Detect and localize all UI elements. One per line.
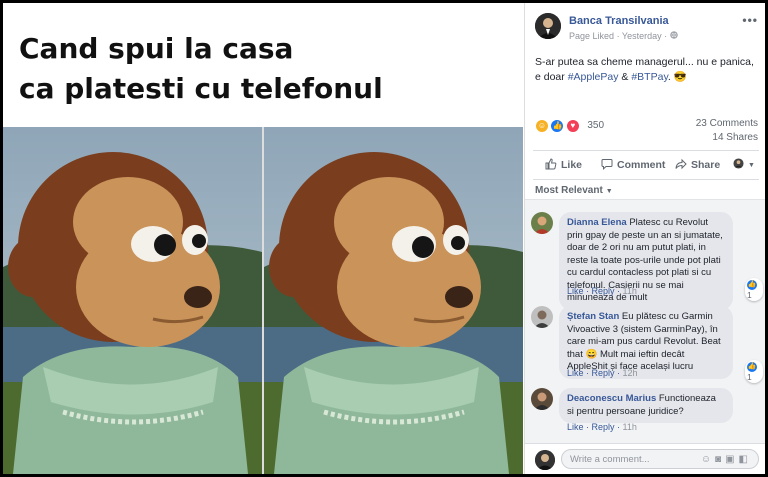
hashtag-applepay[interactable]: #ApplePay [568,71,619,83]
comment-time[interactable]: 11h [623,286,637,296]
comment-author[interactable]: Dianna Elena [567,217,627,228]
comment-button-label: Comment [617,159,666,171]
post-header: Banca Transilvania Page Liked · Yesterda… [535,13,760,47]
sticker-icon[interactable]: ◧ [739,454,752,465]
comment-like-count: 1 [747,289,752,300]
meme-image: Cand spui la casa ca platesti cu telefon… [3,3,523,474]
comment-item: Deaconescu Marius Functioneaza si pentru… [531,388,759,436]
engagement-counts: 23 Comments 14 Shares [696,117,758,145]
camera-icon[interactable]: ◙ [715,454,725,465]
commenter-avatar[interactable] [531,306,553,328]
chevron-down-icon: ▼ [748,162,755,169]
comment-reply-link[interactable]: Reply [592,368,615,378]
comment-actions: Like · Reply · 11h [567,422,637,432]
shares-count[interactable]: 14 Shares [696,131,758,145]
comment-author[interactable]: Ștefan Stan [567,311,619,322]
audience-selector[interactable]: ▼ [733,158,755,170]
comment-like-badge[interactable]: 👍1 [745,278,763,301]
comment-like-link[interactable]: Like [567,286,584,296]
user-avatar [535,450,555,470]
comment-actions: Like · Reply · 11h [567,286,637,296]
post-action-bar: Like Comment Share ▼ [533,150,759,180]
like-badge-icon: 👍 [747,361,757,372]
comment-time[interactable]: 11h [623,422,637,432]
commenter-avatar[interactable] [531,388,553,410]
comment-like-count: 1 [747,371,752,382]
comment-composer: Write a comment... ☺◙▣◧ [525,443,765,474]
reaction-summary[interactable]: ☺ 👍 ♥ 350 [535,117,604,133]
more-options-icon[interactable]: ••• [742,13,758,27]
haha-reaction-icon: ☺ [535,118,549,133]
like-badge-icon: 👍 [747,279,757,290]
comment-item: Dianna Elena Platesc cu Revolut prin gpa… [531,212,763,310]
page-liked-label[interactable]: Page Liked [569,31,614,41]
share-button[interactable]: Share [675,158,720,171]
comment-input[interactable]: Write a comment... ☺◙▣◧ [561,449,759,469]
like-button[interactable]: Like [545,158,582,171]
like-reaction-icon: 👍 [550,118,565,133]
post-text-suffix: . 😎 [667,71,687,83]
composer-tools: ☺◙▣◧ [701,450,752,470]
globe-icon [669,31,678,41]
comment-input-placeholder: Write a comment... [570,454,650,465]
post-text-mid: & [618,71,632,83]
page-name-link[interactable]: Banca Transilvania [569,15,669,27]
comment-item: Ștefan Stan Eu plătesc cu Garmin Vivoact… [531,306,763,384]
post-meta: Page Liked · Yesterday · [569,31,678,41]
love-reaction-icon: ♥ [565,118,580,133]
reaction-count[interactable]: 350 [587,120,604,131]
speech-bubble-icon [601,159,617,171]
facebook-post-panel: Banca Transilvania Page Liked · Yesterda… [524,3,765,474]
thumbs-up-icon [545,158,561,171]
page-avatar[interactable] [535,13,561,39]
comment-actions: Like · Reply · 12h [567,368,638,378]
post-time[interactable]: Yesterday [622,31,662,41]
comment-time[interactable]: 12h [623,368,638,378]
hashtag-btpay[interactable]: #BTPay [631,71,668,83]
comment-button[interactable]: Comment [601,158,665,171]
comment-sort-dropdown[interactable]: Most Relevant ▼ [535,185,613,196]
share-button-label: Share [691,159,721,171]
meme-caption-line-1: Cand spui la casa [19,32,294,65]
like-button-label: Like [561,159,583,171]
gif-icon[interactable]: ▣ [725,454,738,465]
meme-caption-line-2: ca platesti cu telefonul [19,72,383,105]
caret-down-icon: ▼ [605,188,613,195]
comments-list: Dianna Elena Platesc cu Revolut prin gpa… [525,199,765,443]
comments-count[interactable]: 23 Comments [696,117,758,131]
puppet-panel-right [264,127,523,474]
comment-like-link[interactable]: Like [567,368,584,378]
post-text: S-ar putea sa cheme managerul... nu e pa… [535,55,755,85]
commenter-avatar[interactable] [531,212,553,234]
comment-author[interactable]: Deaconescu Marius [567,393,656,404]
screenshot-frame: Cand spui la casa ca platesti cu telefon… [3,3,765,474]
comment-sort-label: Most Relevant [535,185,603,196]
meme-caption: Cand spui la casa ca platesti cu telefon… [19,29,509,109]
share-arrow-icon [675,158,691,171]
comment-like-link[interactable]: Like [567,422,584,432]
comment-reply-link[interactable]: Reply [592,286,615,296]
emoji-icon[interactable]: ☺ [701,454,715,465]
comment-like-badge[interactable]: 👍1 [745,360,763,383]
profile-avatar-icon [733,158,748,170]
comment-reply-link[interactable]: Reply [592,422,615,432]
puppet-panel-left [3,127,262,474]
comment-bubble: Deaconescu Marius Functioneaza si pentru… [559,388,733,423]
